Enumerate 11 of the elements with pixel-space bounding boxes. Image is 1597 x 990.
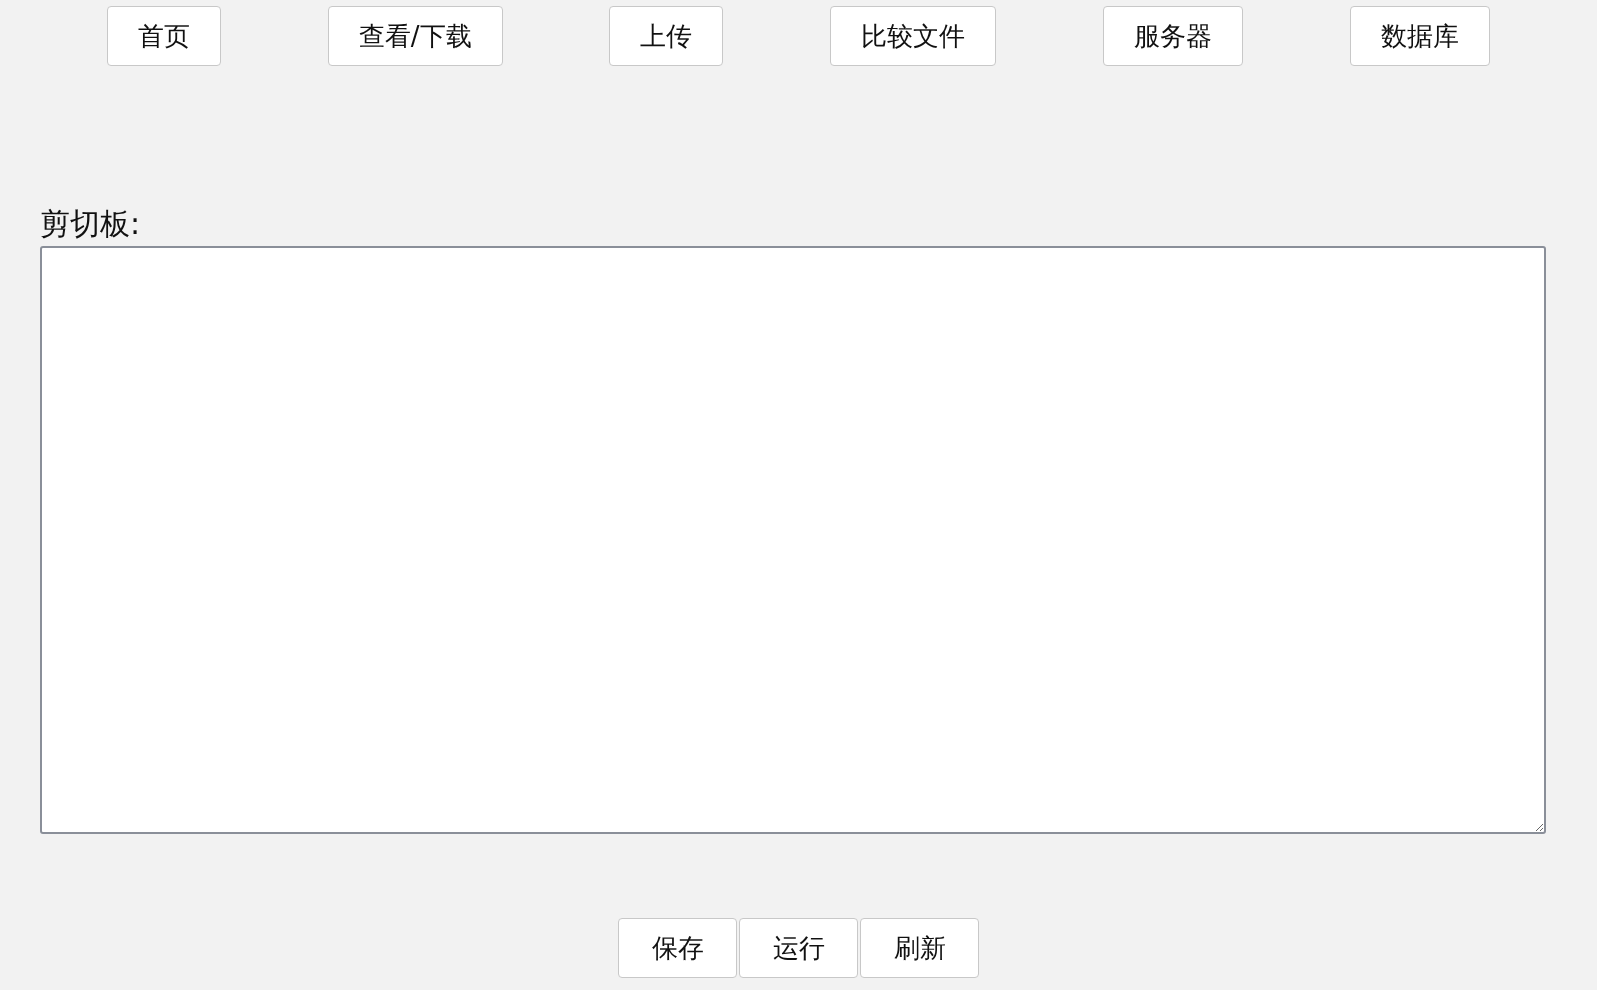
nav-button[interactable]: 首页 (106, 6, 221, 66)
clipboard-field[interactable] (40, 246, 1546, 834)
nav-button[interactable]: 服务器 (1103, 6, 1244, 66)
action-button[interactable]: 运行 (739, 918, 858, 978)
nav-button[interactable]: 比较文件 (830, 6, 997, 66)
nav-button[interactable]: 上传 (609, 6, 724, 66)
action-button[interactable]: 刷新 (860, 918, 979, 978)
nav-button[interactable]: 数据库 (1350, 6, 1491, 66)
nav-button[interactable]: 查看/下载 (327, 6, 503, 66)
action-button[interactable]: 保存 (618, 918, 737, 978)
clipboard-label: 剪切板: (40, 206, 142, 242)
